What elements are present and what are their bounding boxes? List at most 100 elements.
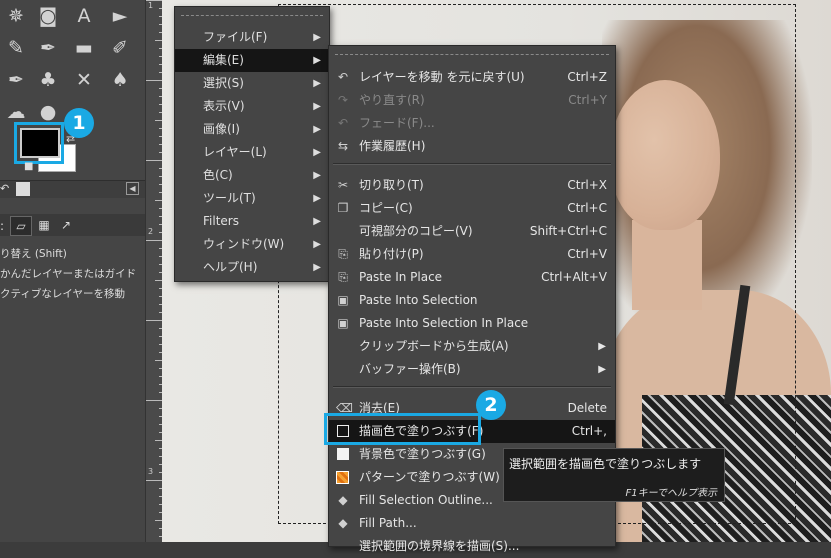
paste-icon: ⎘ xyxy=(338,247,348,261)
bucket-fill-icon[interactable]: ► xyxy=(106,2,134,30)
callout-one: 1 xyxy=(64,108,94,138)
menu-tools[interactable]: ツール(T) ▶ xyxy=(175,187,329,210)
ruler-tick xyxy=(146,240,163,241)
eraser-icon[interactable]: ▬ xyxy=(70,34,98,62)
perspective-clone-icon[interactable]: ♠ xyxy=(106,66,134,94)
move-path-mode-button[interactable]: ↗ xyxy=(56,216,76,234)
ruler-tick xyxy=(146,400,163,401)
menu-item-label: Paste In Place xyxy=(359,270,443,284)
fill-fg-highlight-frame xyxy=(324,413,481,445)
mode-label: : xyxy=(0,219,5,233)
menu-item-label: Paste Into Selection xyxy=(359,293,478,307)
image-menu: ファイル(F) ▶ 編集(E) ▶ 選択(S) ▶ 表示(V) ▶ 画像(I) ▶ レイヤー(L) ▶… xyxy=(174,6,330,282)
menu-help[interactable]: ヘルプ(H) ▶ xyxy=(175,256,329,279)
tool-options-tab-icon[interactable]: ↶ xyxy=(0,182,10,196)
menu-select[interactable]: 選択(S) ▶ xyxy=(175,72,329,95)
reset-colors-icon[interactable]: ■ xyxy=(24,161,33,172)
menu-item-label: パターンで塗りつぶす(W) xyxy=(359,470,500,484)
menu-item-copy[interactable]: ❐ コピー(C) Ctrl+C xyxy=(329,197,615,220)
menu-item-label: ツール(T) xyxy=(203,191,256,205)
menu-edit[interactable]: 編集(E) ▶ xyxy=(175,49,329,72)
option-pick-layer[interactable]: かんだレイヤーまたはガイド xyxy=(0,266,136,281)
tearoff-line[interactable] xyxy=(181,15,323,16)
copy-icon: ❐ xyxy=(337,201,349,215)
menu-item-label: コピー(C) xyxy=(359,201,413,215)
menu-separator xyxy=(333,386,611,388)
shortcut-label: Shift+Ctrl+C xyxy=(529,224,607,238)
redo-icon: ↷ xyxy=(337,93,349,107)
ink-icon[interactable]: ✒ xyxy=(2,66,30,94)
ruler-tick xyxy=(146,160,163,161)
paintbrush-icon[interactable]: ✒ xyxy=(34,34,62,62)
menu-item-label: クリップボードから生成(A) xyxy=(359,339,509,353)
vertical-ruler[interactable]: 1 2 3 xyxy=(145,0,163,542)
tooltip-text: 選択範囲を描画色で塗りつぶします xyxy=(509,457,702,471)
submenu-arrow-icon: ▶ xyxy=(313,239,321,250)
airbrush-icon[interactable]: ✐ xyxy=(106,34,134,62)
foreground-highlight-frame xyxy=(14,122,64,164)
ruler-tick xyxy=(146,0,163,1)
clone-icon[interactable]: ♣ xyxy=(34,66,62,94)
menu-item-paste-in-place[interactable]: ⎘ Paste In Place Ctrl+Alt+V xyxy=(329,266,615,289)
fill-bg-icon xyxy=(337,448,349,460)
heal-icon[interactable]: ✕ xyxy=(70,66,98,94)
menu-item-label: レイヤー(L) xyxy=(203,145,267,159)
menu-item-undo-history[interactable]: ⇆ 作業履歴(H) xyxy=(329,135,615,158)
option-toggle-shift[interactable]: り替え (Shift) xyxy=(0,246,67,261)
ruler-tick xyxy=(146,320,163,321)
menu-item-redo[interactable]: ↷ やり直す(R) Ctrl+Y xyxy=(329,89,615,112)
shapes-icon[interactable]: ◙ xyxy=(34,2,62,30)
menu-file[interactable]: ファイル(F) ▶ xyxy=(175,26,329,49)
menu-image[interactable]: 画像(I) ▶ xyxy=(175,118,329,141)
menu-item-paste[interactable]: ⎘ 貼り付け(P) Ctrl+V xyxy=(329,243,615,266)
menu-item-label: 可視部分のコピー(V) xyxy=(359,224,473,238)
pencil-icon[interactable]: ✎ xyxy=(2,34,30,62)
menu-item-fill-path[interactable]: ◆ Fill Path... xyxy=(329,512,615,535)
submenu-arrow-icon: ▶ xyxy=(313,124,321,135)
tooltip-help-hint: F1キーでヘルプ表示 xyxy=(625,488,717,499)
fill-selection-outline-icon: ◆ xyxy=(338,493,348,507)
tab-menu-button[interactable]: ◀ xyxy=(126,182,139,195)
device-status-tab-icon[interactable] xyxy=(16,182,30,196)
menu-item-fade[interactable]: ↶ フェード(F)... xyxy=(329,112,615,135)
paste-in-place-icon: ⎘ xyxy=(338,270,348,284)
move-selection-mode-button[interactable]: ▦ xyxy=(34,216,54,234)
menu-item-label: バッファー操作(B) xyxy=(359,362,461,376)
shortcut-label: Ctrl+, xyxy=(571,424,607,438)
lasso-icon[interactable]: ✵ xyxy=(2,2,30,30)
menu-windows[interactable]: ウィンドウ(W) ▶ xyxy=(175,233,329,256)
submenu-arrow-icon: ▶ xyxy=(313,193,321,204)
text-tool-icon[interactable]: A xyxy=(70,2,98,30)
paste-into-selection-in-place-icon: ▣ xyxy=(337,316,349,330)
move-layer-mode-button[interactable]: ▱ xyxy=(10,216,32,236)
scissors-icon: ✂ xyxy=(337,178,349,192)
fill-path-icon: ◆ xyxy=(338,516,348,530)
menu-item-paste-as[interactable]: クリップボードから生成(A) ▶ xyxy=(329,335,615,358)
menu-item-paste-into-selection-in-place[interactable]: ▣ Paste Into Selection In Place xyxy=(329,312,615,335)
menu-item-buffer[interactable]: バッファー操作(B) ▶ xyxy=(329,358,615,381)
menu-item-label: フェード(F)... xyxy=(359,116,435,130)
menu-item-label: 選択(S) xyxy=(203,76,244,90)
shortcut-label: Ctrl+Z xyxy=(567,70,607,84)
menu-item-undo[interactable]: ↶ レイヤーを移動 を元に戻す(U) Ctrl+Z xyxy=(329,66,615,89)
menu-item-stroke-selection[interactable]: 選択範囲の境界線を描画(S)... xyxy=(329,535,615,558)
menu-item-label: 背景色で塗りつぶす(G) xyxy=(359,447,486,461)
shortcut-label: Ctrl+Y xyxy=(568,93,607,107)
menu-item-label: 選択範囲の境界線を描画(S)... xyxy=(359,539,520,553)
menu-layer[interactable]: レイヤー(L) ▶ xyxy=(175,141,329,164)
menu-item-cut[interactable]: ✂ 切り取り(T) Ctrl+X xyxy=(329,174,615,197)
menu-item-label: Filters xyxy=(203,214,239,228)
submenu-arrow-icon: ▶ xyxy=(598,341,606,352)
submenu-arrow-icon: ▶ xyxy=(313,78,321,89)
option-active-layer[interactable]: クティブなレイヤーを移動 xyxy=(0,286,125,301)
menu-filters[interactable]: Filters ▶ xyxy=(175,210,329,233)
menu-item-paste-into-selection[interactable]: ▣ Paste Into Selection xyxy=(329,289,615,312)
tearoff-line[interactable] xyxy=(335,54,609,55)
submenu-arrow-icon: ▶ xyxy=(313,147,321,158)
menu-item-label: Fill Path... xyxy=(359,516,417,530)
ruler-label: 2 xyxy=(148,227,154,236)
menu-item-copy-visible[interactable]: 可視部分のコピー(V) Shift+Ctrl+C xyxy=(329,220,615,243)
menu-view[interactable]: 表示(V) ▶ xyxy=(175,95,329,118)
menu-item-label: 作業履歴(H) xyxy=(359,139,426,153)
menu-colors[interactable]: 色(C) ▶ xyxy=(175,164,329,187)
